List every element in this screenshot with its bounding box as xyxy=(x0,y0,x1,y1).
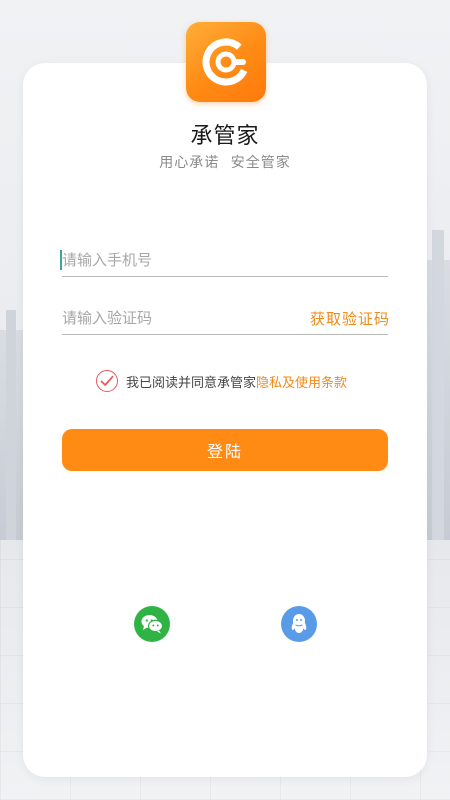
agreement-row: 我已阅读并同意承管家 隐私及使用条款 xyxy=(96,368,347,394)
qq-icon xyxy=(291,614,307,633)
app-slogan: 用心承诺 安全管家 xyxy=(159,155,291,171)
app-logo-icon xyxy=(186,22,266,102)
code-field: 获取验证码 xyxy=(62,304,390,335)
qq-login-button[interactable] xyxy=(281,606,317,642)
privacy-terms-link[interactable]: 隐私及使用条款 xyxy=(256,372,347,391)
checkmark-icon xyxy=(100,375,114,386)
get-code-button[interactable]: 获取验证码 xyxy=(310,308,390,329)
wechat-icon xyxy=(141,615,164,634)
wechat-login-button[interactable] xyxy=(134,606,170,642)
login-button[interactable]: 登陆 xyxy=(62,429,388,471)
phone-input[interactable] xyxy=(62,246,292,274)
text-caret xyxy=(60,250,62,270)
agreement-checkbox[interactable] xyxy=(96,370,118,392)
verification-code-input[interactable] xyxy=(62,304,292,332)
app-name: 承管家 xyxy=(190,124,260,149)
agreement-text: 我已阅读并同意承管家 xyxy=(126,375,257,391)
phone-field xyxy=(60,246,388,277)
